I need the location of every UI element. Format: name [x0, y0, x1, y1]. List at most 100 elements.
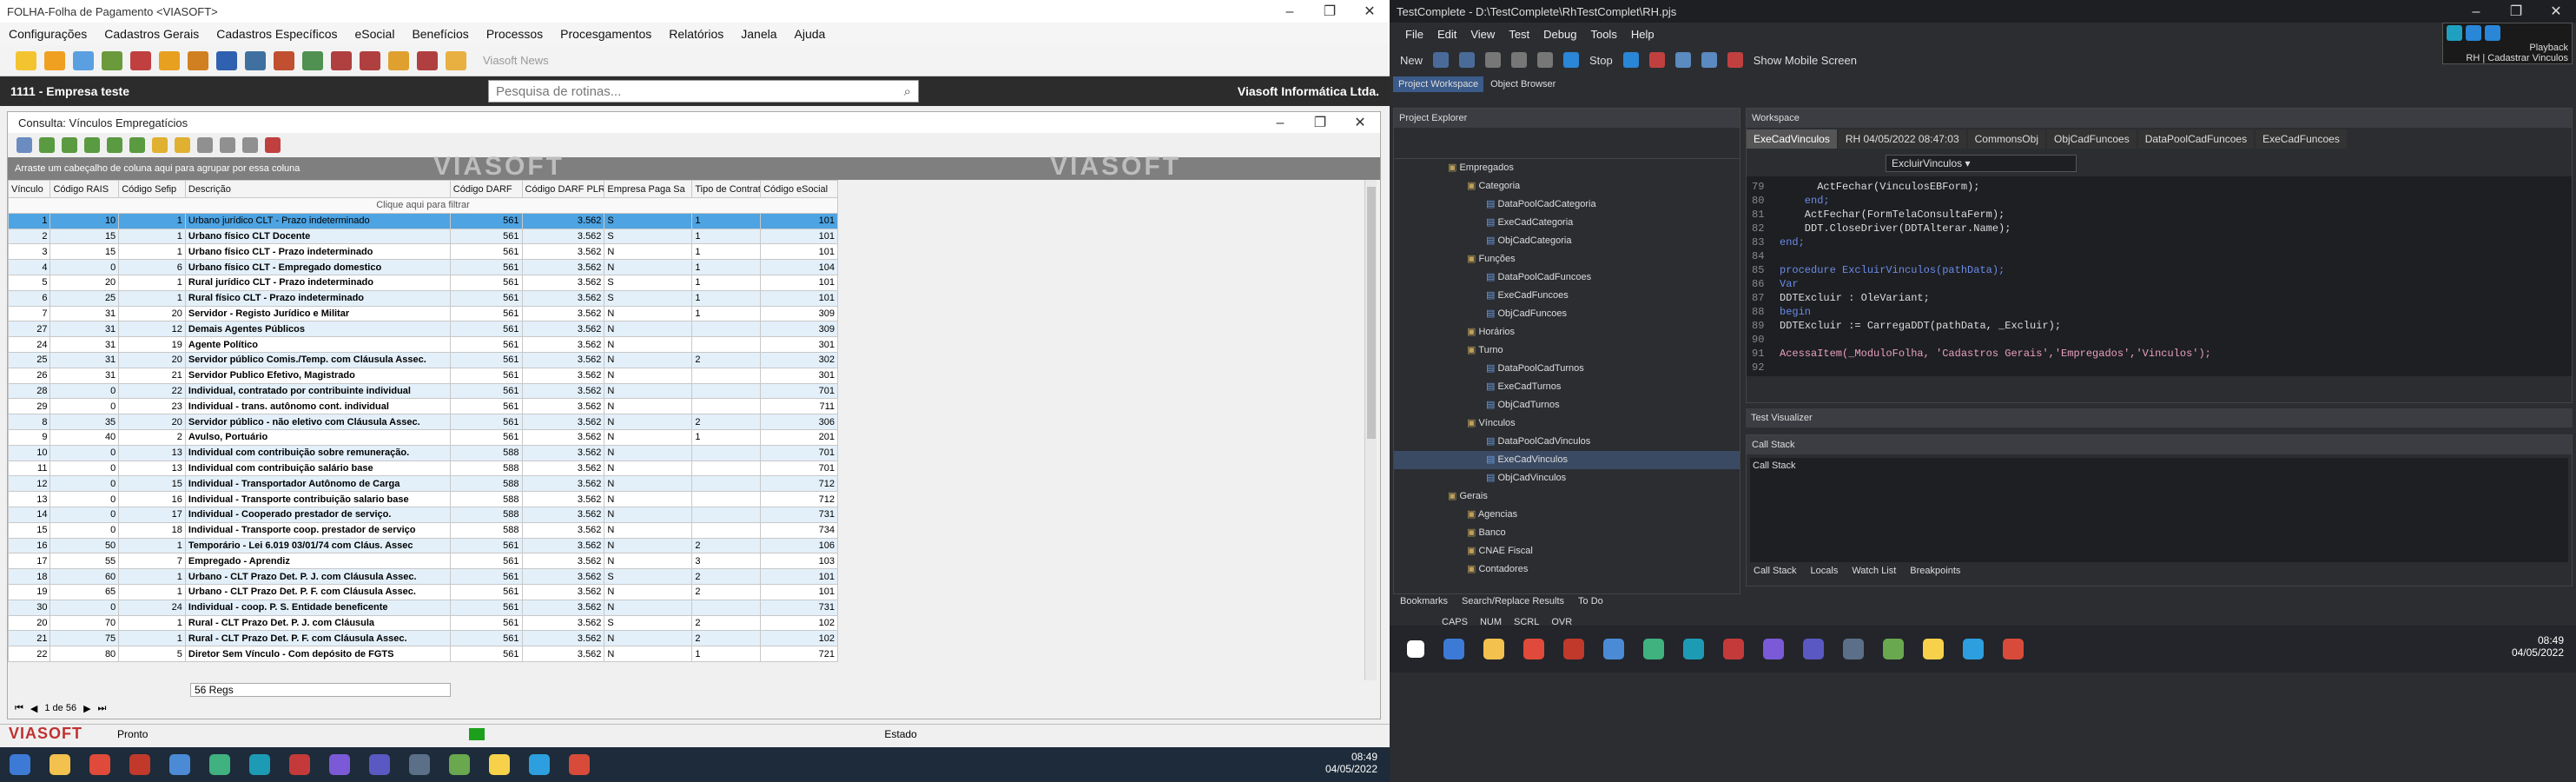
- tree-node[interactable]: ▣ CNAE Fiscal: [1394, 542, 1740, 560]
- slack-icon[interactable]: [1643, 639, 1664, 659]
- exit-icon[interactable]: [265, 137, 281, 153]
- column-header[interactable]: Vínculo: [8, 180, 51, 198]
- table-row[interactable]: 8 35 20 Servidor público - não eletivo com …: [8, 414, 838, 430]
- tool1-icon[interactable]: [1485, 52, 1502, 68]
- column-header[interactable]: Código DARF: [449, 180, 523, 198]
- document-icon[interactable]: [73, 50, 94, 70]
- menu-item[interactable]: Janela: [741, 27, 776, 41]
- project-tree[interactable]: ▣ Empregados ▣ Categoria ▤ DataPoolCadCate…: [1394, 159, 1740, 579]
- users-icon[interactable]: [274, 50, 294, 70]
- document-tab[interactable]: CommonsObj: [1967, 129, 2045, 149]
- prev-page-icon[interactable]: ◀: [30, 703, 37, 714]
- tc-menu-item[interactable]: File: [1405, 28, 1423, 41]
- column-header[interactable]: Empresa Paga Sa: [604, 180, 693, 198]
- export-icon[interactable]: [220, 137, 235, 153]
- print-icon[interactable]: [197, 137, 213, 153]
- menu-item[interactable]: Relatórios: [669, 27, 723, 41]
- funnel-icon[interactable]: [152, 137, 168, 153]
- routine-search-input[interactable]: Pesquisa de rotinas... ⌕: [488, 80, 919, 103]
- calendar-icon[interactable]: [216, 50, 237, 70]
- maximize-icon[interactable]: ❐: [1310, 3, 1350, 20]
- folha-icon[interactable]: [409, 754, 430, 775]
- tree-node[interactable]: ▤ ExeCadCategoria: [1394, 214, 1740, 232]
- table-row[interactable]: 7 31 20 Servidor - Registo Jurídico e Milit…: [8, 305, 838, 322]
- report-icon[interactable]: [130, 50, 151, 70]
- tree-node[interactable]: ▣ Categoria: [1394, 177, 1740, 196]
- table-row[interactable]: 16 50 1 Temporário - Lei 6.019 03/01/74 com…: [8, 537, 838, 554]
- tools-icon[interactable]: [302, 50, 323, 70]
- explorer-icon[interactable]: [1483, 639, 1504, 659]
- tree-node[interactable]: ▤ DataPoolCadCategoria: [1394, 196, 1740, 214]
- debug-icon[interactable]: [1648, 52, 1665, 68]
- table-row[interactable]: 6 25 1 Rural físico CLT - Prazo indetermina…: [8, 289, 838, 307]
- edge-icon[interactable]: [529, 754, 550, 775]
- document-tab[interactable]: RH 04/05/2022 08:47:03: [1838, 129, 1966, 149]
- table-row[interactable]: 13 0 16 Individual - Transporte contribuiçã…: [8, 491, 838, 507]
- close-icon[interactable]: ✕: [1340, 114, 1380, 131]
- vinculos-grid[interactable]: Vínculo Código RAIS Código Sefip Descrição C…: [8, 180, 838, 662]
- github-icon[interactable]: [369, 754, 390, 775]
- app-icon[interactable]: [10, 754, 30, 775]
- testcomplete-icon[interactable]: [1683, 639, 1704, 659]
- document-tab[interactable]: ExeCadVinculos: [1747, 129, 1837, 149]
- stop-button[interactable]: Stop: [1589, 54, 1613, 67]
- people-icon[interactable]: [102, 50, 122, 70]
- tree-node[interactable]: ▣ Gerais: [1394, 487, 1740, 506]
- table-row[interactable]: 17 55 7 Empregado - Aprendiz 561 3.562 N 3 103: [8, 553, 838, 570]
- table-row[interactable]: 11 0 13 Individual com contribuição salário…: [8, 460, 838, 477]
- windows-icon[interactable]: [1407, 640, 1424, 658]
- table-row[interactable]: 26 31 21 Servidor Publico Efetivo, Magistra…: [8, 367, 838, 384]
- explorer-bottom-tab[interactable]: Bookmarks: [1400, 596, 1448, 606]
- search-icon[interactable]: ⌕: [904, 84, 911, 99]
- other-icon[interactable]: [569, 754, 590, 775]
- folder-icon[interactable]: [159, 50, 180, 70]
- minimize-icon[interactable]: –: [1270, 4, 1310, 20]
- tree-node[interactable]: ▤ ExeCadFuncoes: [1394, 287, 1740, 305]
- stop-playback-icon[interactable]: [2485, 25, 2500, 41]
- play-icon[interactable]: [1563, 52, 1580, 68]
- tc-menu-item[interactable]: Tools: [1590, 28, 1616, 41]
- table-row[interactable]: 19 65 1 Urbano - CLT Prazo Det. P. F. com C…: [8, 583, 838, 600]
- tool3-icon[interactable]: [1537, 52, 1554, 68]
- pause-icon[interactable]: [1622, 52, 1639, 68]
- filter-hint[interactable]: Clique aqui para filtrar: [8, 197, 838, 214]
- edge-icon[interactable]: [1963, 639, 1984, 659]
- open-icon[interactable]: [16, 50, 36, 70]
- table-row[interactable]: 15 0 18 Individual - Transporte coop. prest…: [8, 521, 838, 539]
- tree-node[interactable]: ▤ ObjCadVinculos: [1394, 469, 1740, 487]
- discord-icon[interactable]: [1763, 639, 1784, 659]
- menu-item[interactable]: Configurações: [9, 27, 87, 41]
- gear-icon[interactable]: [331, 50, 352, 70]
- tree-node[interactable]: ▤ ObjCadTurnos: [1394, 396, 1740, 414]
- first-page-icon[interactable]: ⏮: [15, 703, 23, 714]
- lock-icon[interactable]: [446, 50, 466, 70]
- table-row[interactable]: 3 15 1 Urbano físico CLT - Prazo indetermin…: [8, 243, 838, 261]
- restore-icon[interactable]: ❐: [1300, 114, 1340, 131]
- prior-record-icon[interactable]: [62, 137, 77, 153]
- vivaldi-icon[interactable]: [1563, 639, 1584, 659]
- explorer-icon[interactable]: [50, 754, 70, 775]
- explorer-bottom-tab[interactable]: To Do: [1578, 596, 1603, 606]
- close-icon[interactable]: ✕: [2536, 3, 2576, 20]
- column-header[interactable]: Descrição: [184, 180, 451, 198]
- bottom-tab[interactable]: Watch List: [1852, 566, 1896, 576]
- document-tab[interactable]: DataPoolCadFuncoes: [2137, 129, 2255, 149]
- folha-icon[interactable]: [1843, 639, 1864, 659]
- tree-node[interactable]: ▣ Turno: [1394, 341, 1740, 360]
- tool-icon[interactable]: [1603, 639, 1624, 659]
- record-icon[interactable]: [1727, 52, 1743, 68]
- refresh-icon[interactable]: [129, 137, 145, 153]
- tree-node[interactable]: ▤ ObjCadFuncoes: [1394, 305, 1740, 323]
- new-button[interactable]: New: [1400, 54, 1423, 67]
- tool2-icon[interactable]: [1511, 52, 1528, 68]
- chrome-icon[interactable]: [89, 754, 110, 775]
- table-row[interactable]: 25 31 20 Servidor público Comis./Temp. com …: [8, 351, 838, 368]
- table-row[interactable]: 30 0 24 Individual - coop. P. S. Entidade b…: [8, 599, 838, 616]
- table-row[interactable]: 29 0 23 Individual - trans. autônomo cont. …: [8, 398, 838, 415]
- first-record-icon[interactable]: [39, 137, 55, 153]
- config-icon[interactable]: [417, 50, 438, 70]
- tc-menu-item[interactable]: Debug: [1543, 28, 1576, 41]
- tree-node[interactable]: ▤ DataPoolCadFuncoes: [1394, 268, 1740, 287]
- table-row[interactable]: 28 0 22 Individual, contratado por contribu…: [8, 382, 838, 400]
- settings-icon[interactable]: [360, 50, 380, 70]
